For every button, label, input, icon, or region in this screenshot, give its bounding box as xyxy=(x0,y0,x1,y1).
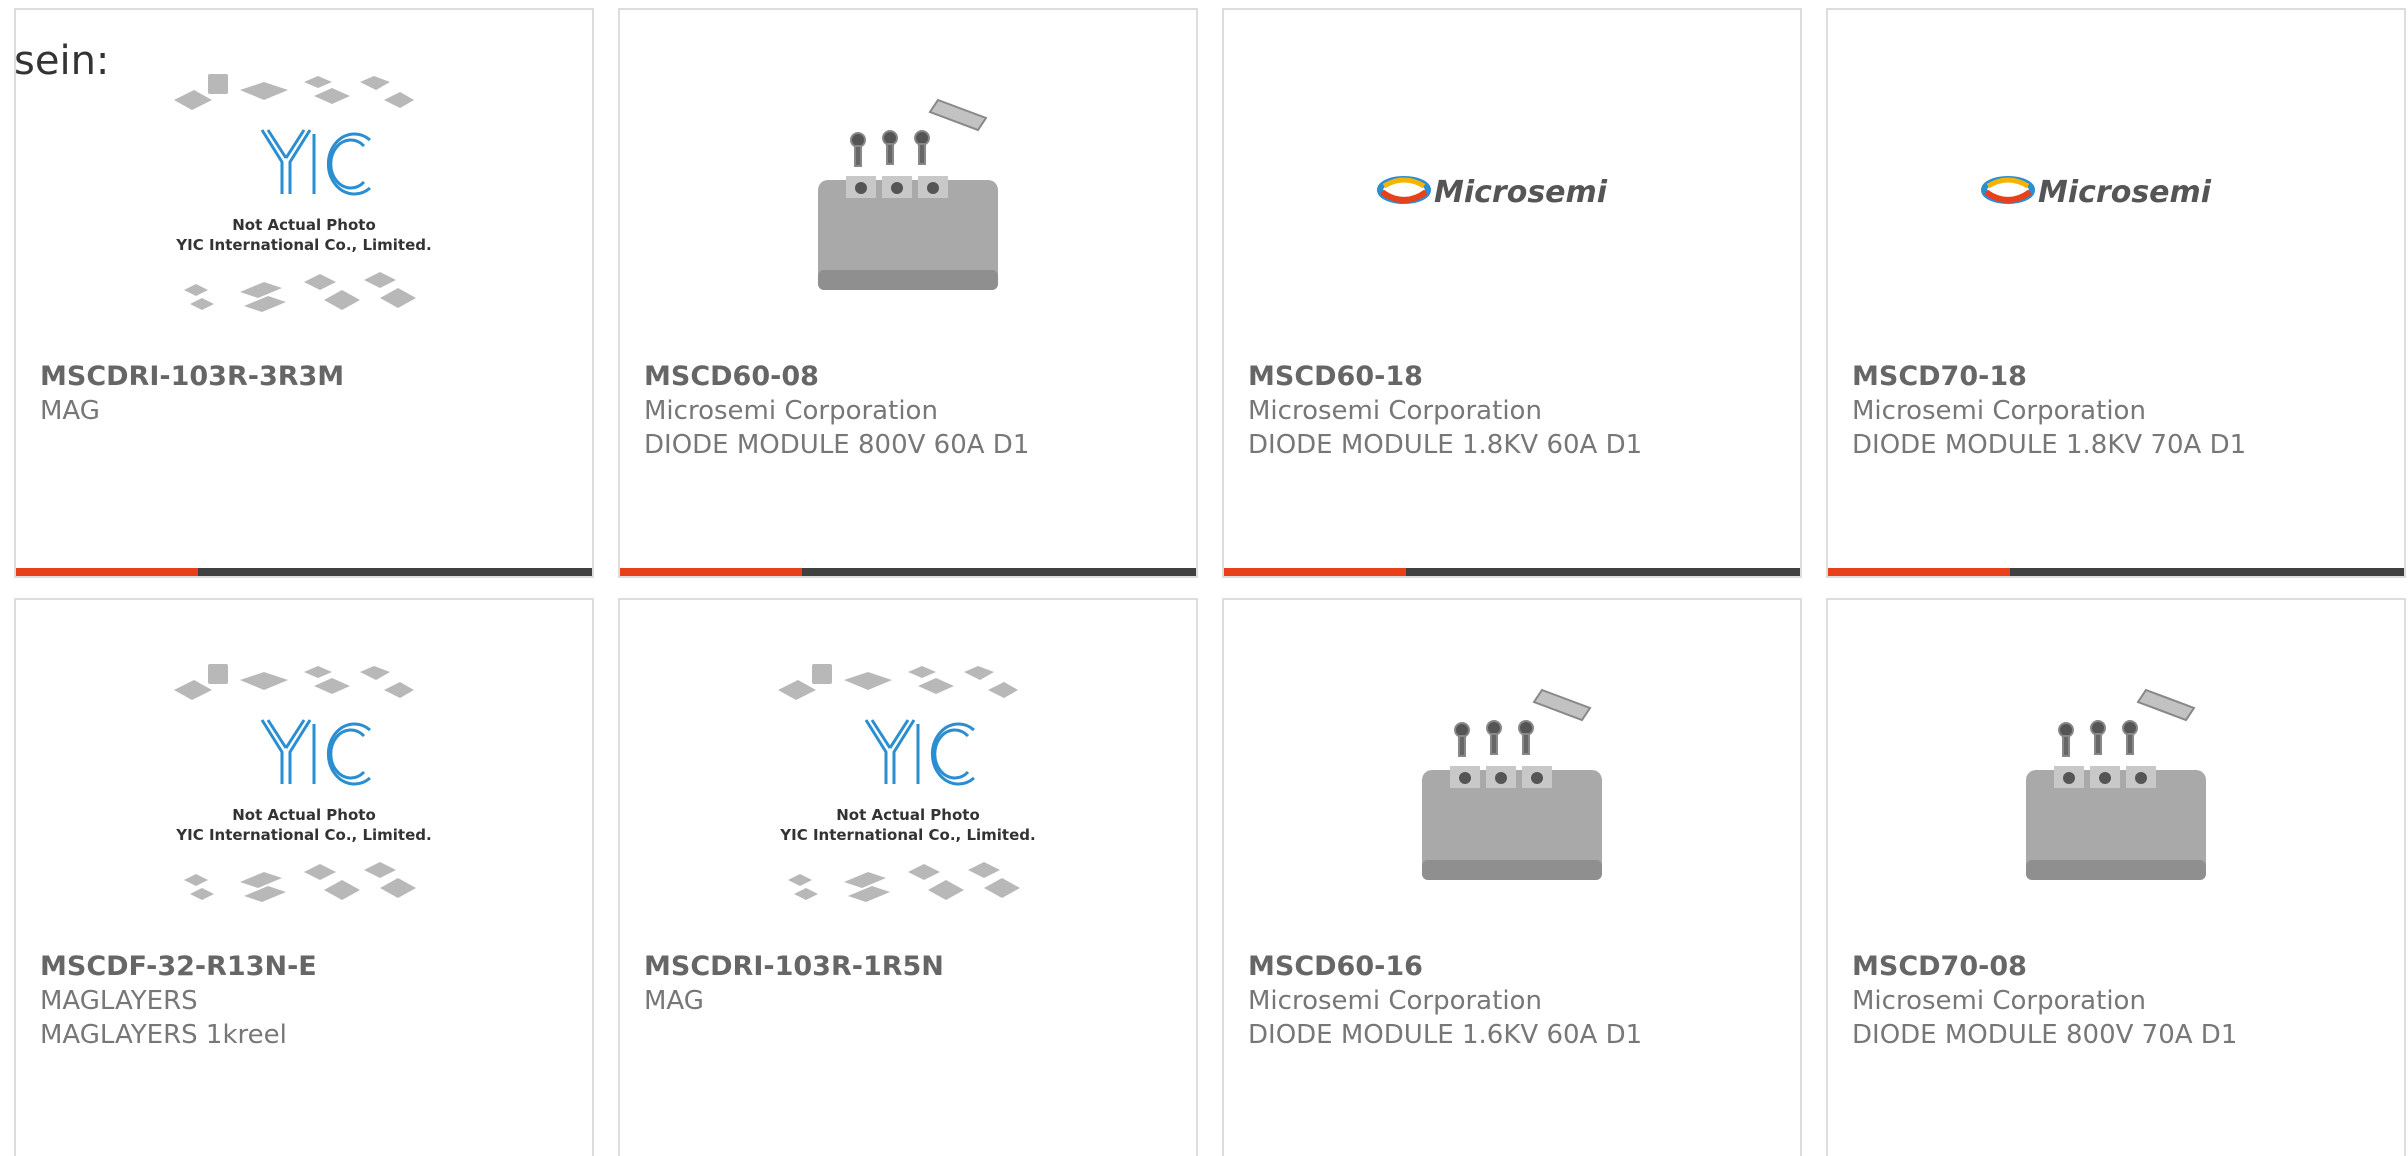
card-bar-accent xyxy=(1224,568,1406,576)
card-bar-accent xyxy=(1828,568,2010,576)
description: DIODE MODULE 1.8KV 60A D1 xyxy=(1248,430,1643,460)
placeholder-line2: YIC International Co., Limited. xyxy=(779,826,1035,844)
card-bar-accent xyxy=(620,568,802,576)
card-bar xyxy=(620,568,1196,576)
intro-text: sein: xyxy=(14,38,110,84)
product-image[interactable]: Not Actual Photo YIC International Co., … xyxy=(16,660,592,940)
yic-placeholder-icon: Not Actual Photo YIC International Co., … xyxy=(778,664,1036,902)
product-card[interactable]: MSCD70-08 Microsemi Corporation DIODE MO… xyxy=(1826,598,2406,1156)
card-bar-accent xyxy=(16,568,198,576)
placeholder-line1: Not Actual Photo xyxy=(232,216,376,234)
product-image[interactable] xyxy=(1224,660,1800,940)
manufacturer: Microsemi Corporation xyxy=(644,396,938,426)
placeholder-line2: YIC International Co., Limited. xyxy=(175,236,431,254)
manufacturer: MAG xyxy=(644,986,704,1016)
microsemi-logo-text: Microsemi xyxy=(2038,175,2212,210)
card-bar xyxy=(1224,568,1800,576)
part-number-link[interactable]: MSCDRI-103R-1R5N xyxy=(644,950,1186,984)
description: DIODE MODULE 800V 70A D1 xyxy=(1852,1020,2238,1050)
product-image[interactable]: Microsemi xyxy=(1828,70,2404,350)
placeholder-line2: YIC International Co., Limited. xyxy=(175,826,431,844)
placeholder-line1: Not Actual Photo xyxy=(232,806,376,824)
description: MAGLAYERS 1kreel xyxy=(40,1020,287,1050)
product-image[interactable]: Not Actual Photo YIC International Co., … xyxy=(16,70,592,350)
microsemi-logo-text: Microsemi xyxy=(1434,175,1608,210)
manufacturer: Microsemi Corporation xyxy=(1248,986,1542,1016)
part-number-link[interactable]: MSCDF-32-R13N-E xyxy=(40,950,582,984)
card-bar xyxy=(1828,568,2404,576)
microsemi-logo: Microsemi xyxy=(1981,175,2212,210)
placeholder-line1: Not Actual Photo xyxy=(836,806,980,824)
microsemi-logo: Microsemi xyxy=(1377,175,1608,210)
card-bar xyxy=(16,568,592,576)
part-number-link[interactable]: MSCDRI-103R-3R3M xyxy=(40,360,582,394)
part-number-link[interactable]: MSCD60-08 xyxy=(644,360,1186,394)
part-number-link[interactable]: MSCD60-18 xyxy=(1248,360,1790,394)
yic-placeholder-icon: Not Actual Photo YIC International Co., … xyxy=(174,74,432,312)
manufacturer: MAG xyxy=(40,396,100,426)
part-number-link[interactable]: MSCD60-16 xyxy=(1248,950,1790,984)
description: DIODE MODULE 800V 60A D1 xyxy=(644,430,1030,460)
manufacturer: Microsemi Corporation xyxy=(1248,396,1542,426)
product-image[interactable] xyxy=(620,70,1196,350)
product-card[interactable]: MSCD60-08 Microsemi Corporation DIODE MO… xyxy=(618,8,1198,578)
product-card[interactable]: Microsemi MSCD60-18 Microsemi Corporatio… xyxy=(1222,8,1802,578)
diode-module-photo xyxy=(2026,688,2206,880)
product-card[interactable]: MSCD60-16 Microsemi Corporation DIODE MO… xyxy=(1222,598,1802,1156)
yic-placeholder-icon: Not Actual Photo YIC International Co., … xyxy=(174,664,432,902)
manufacturer: Microsemi Corporation xyxy=(1852,396,2146,426)
manufacturer: MAGLAYERS xyxy=(40,986,198,1016)
product-card[interactable]: Not Actual Photo YIC International Co., … xyxy=(618,598,1198,1156)
product-image[interactable]: Microsemi xyxy=(1224,70,1800,350)
product-card[interactable]: Microsemi MSCD70-18 Microsemi Corporatio… xyxy=(1826,8,2406,578)
description: DIODE MODULE 1.6KV 60A D1 xyxy=(1248,1020,1643,1050)
product-image[interactable] xyxy=(1828,660,2404,940)
product-card[interactable]: Not Actual Photo YIC International Co., … xyxy=(14,8,594,578)
manufacturer: Microsemi Corporation xyxy=(1852,986,2146,1016)
diode-module-photo xyxy=(1422,688,1602,880)
product-image[interactable]: Not Actual Photo YIC International Co., … xyxy=(620,660,1196,940)
part-number-link[interactable]: MSCD70-18 xyxy=(1852,360,2394,394)
product-card[interactable]: Not Actual Photo YIC International Co., … xyxy=(14,598,594,1156)
part-number-link[interactable]: MSCD70-08 xyxy=(1852,950,2394,984)
diode-module-photo xyxy=(818,98,998,290)
description: DIODE MODULE 1.8KV 70A D1 xyxy=(1852,430,2247,460)
